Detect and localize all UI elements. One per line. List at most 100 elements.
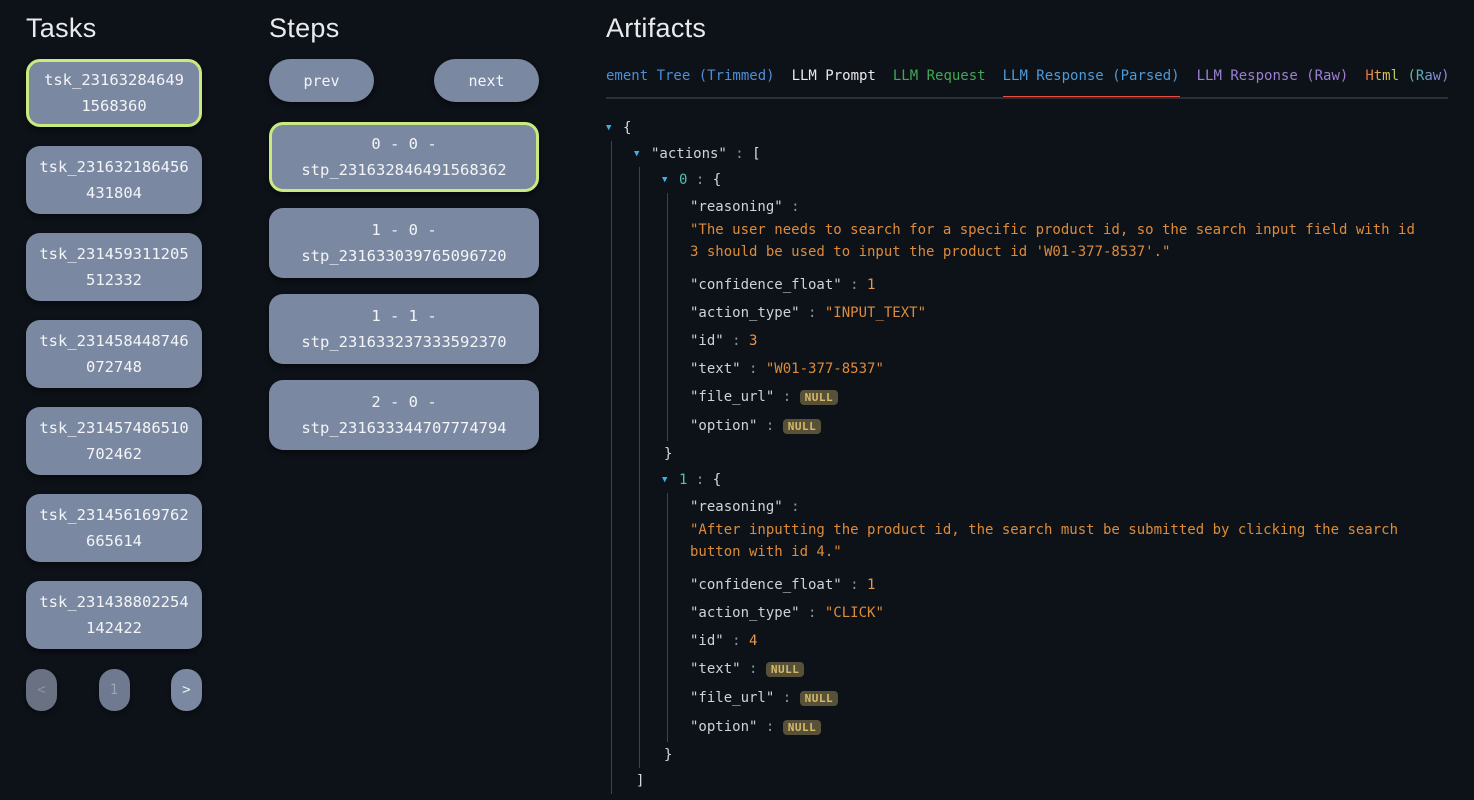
collapse-icon[interactable]: ▼ bbox=[662, 170, 679, 190]
task-button[interactable]: tsk_231458448746072748 bbox=[26, 320, 202, 388]
json-entry: "action_type" : "CLICK" bbox=[690, 599, 1448, 627]
task-button[interactable]: tsk_231632846491568360 bbox=[26, 59, 202, 127]
json-number-value: 1 bbox=[867, 277, 875, 293]
pagination-prev-button[interactable]: < bbox=[26, 669, 57, 711]
tab-ement-tree-trimmed[interactable]: ement Tree (Trimmed) bbox=[606, 68, 775, 99]
task-button[interactable]: tsk_231457486510702462 bbox=[26, 407, 202, 475]
json-entry-line: "text" : "W01-377-8537" bbox=[690, 359, 1448, 379]
json-entry-line: "reasoning" : bbox=[690, 197, 1448, 217]
json-null-value: NULL bbox=[800, 390, 839, 405]
json-entry: "option" : NULL bbox=[690, 713, 1448, 742]
json-entry-line: "option" : NULL bbox=[690, 416, 1448, 437]
step-button[interactable]: 1 - 1 - stp_231633237333592370 bbox=[269, 294, 539, 364]
tasks-title: Tasks bbox=[26, 12, 202, 44]
tab-llm-prompt[interactable]: LLM Prompt bbox=[792, 68, 876, 99]
step-button[interactable]: 0 - 0 - stp_231632846491568362 bbox=[269, 122, 539, 192]
json-entry: "reasoning" : "After inputting the produ… bbox=[690, 493, 1448, 571]
steps-panel: Steps prev next 0 - 0 - stp_231632846491… bbox=[269, 12, 539, 800]
steps-title: Steps bbox=[269, 12, 539, 44]
json-open-bracket: [ bbox=[752, 146, 760, 162]
json-key: "id" bbox=[690, 633, 724, 649]
json-colon: : bbox=[774, 389, 799, 405]
task-button[interactable]: tsk_231459311205512332 bbox=[26, 233, 202, 301]
json-string-value: "After inputting the product id, the sea… bbox=[690, 517, 1423, 563]
json-colon: : bbox=[774, 690, 799, 706]
json-key: "id" bbox=[690, 333, 724, 349]
tasks-panel: Tasks tsk_231632846491568360 tsk_23163218… bbox=[26, 12, 202, 800]
json-entry: "option" : NULL bbox=[690, 412, 1448, 441]
json-key: "confidence_float" bbox=[690, 577, 842, 593]
json-entry-line: "confidence_float" : 1 bbox=[690, 575, 1448, 595]
json-entry-line: "reasoning" : bbox=[690, 497, 1448, 517]
json-entry-line: "option" : NULL bbox=[690, 717, 1448, 738]
json-close-bracket: } bbox=[662, 742, 1448, 768]
tab-html-raw[interactable]: Html (Raw) bbox=[1365, 68, 1448, 99]
json-entry: "id" : 4 bbox=[690, 627, 1448, 655]
collapse-icon[interactable]: ▼ bbox=[662, 470, 679, 490]
json-node-header: ▼1 : { bbox=[662, 467, 1448, 493]
artifacts-title: Artifacts bbox=[606, 12, 1448, 44]
collapse-icon[interactable]: ▼ bbox=[606, 118, 623, 138]
json-number-value: 4 bbox=[749, 633, 757, 649]
json-node-header: ▼"actions" : [ bbox=[634, 141, 1448, 167]
json-close-bracket: ] bbox=[634, 768, 1448, 794]
json-node-header: ▼0 : { bbox=[662, 167, 1448, 193]
steps-prev-button[interactable]: prev bbox=[269, 59, 374, 102]
json-key: "text" bbox=[690, 361, 741, 377]
task-list: tsk_231632846491568360 tsk_23163218645643… bbox=[26, 59, 202, 649]
json-node: ▼1 : {"reasoning" : "After inputting the… bbox=[662, 467, 1448, 768]
json-entry-line: "action_type" : "INPUT_TEXT" bbox=[690, 303, 1448, 323]
tab-llm-response-raw[interactable]: LLM Response (Raw) bbox=[1197, 68, 1349, 99]
json-entry: "id" : 3 bbox=[690, 327, 1448, 355]
pagination-next-button[interactable]: > bbox=[171, 669, 202, 711]
tab-llm-response-parsed[interactable]: LLM Response (Parsed) bbox=[1003, 68, 1180, 99]
json-null-value: NULL bbox=[766, 662, 805, 677]
json-key: "text" bbox=[690, 661, 741, 677]
task-button[interactable]: tsk_231456169762665614 bbox=[26, 494, 202, 562]
json-colon: : bbox=[757, 418, 782, 434]
json-entry-line: "confidence_float" : 1 bbox=[690, 275, 1448, 295]
json-number-value: 1 bbox=[867, 577, 875, 593]
json-colon: : bbox=[800, 605, 825, 621]
json-key: "action_type" bbox=[690, 605, 800, 621]
step-button[interactable]: 1 - 0 - stp_231633039765096720 bbox=[269, 208, 539, 278]
json-null-value: NULL bbox=[783, 419, 822, 434]
json-open-bracket: { bbox=[713, 172, 721, 188]
artifacts-panel: Artifacts ement Tree (Trimmed) LLM Prompt… bbox=[606, 12, 1448, 800]
json-node-body: "reasoning" : "The user needs to search … bbox=[667, 193, 1448, 441]
json-open-bracket: { bbox=[713, 472, 721, 488]
json-key: "file_url" bbox=[690, 690, 774, 706]
collapse-icon[interactable]: ▼ bbox=[634, 144, 651, 164]
json-tree-viewer: ▼{▼"actions" : [▼0 : {"reasoning" : "The… bbox=[606, 115, 1448, 800]
task-button[interactable]: tsk_231632186456431804 bbox=[26, 146, 202, 214]
json-colon: : bbox=[741, 661, 766, 677]
json-entry-line: "id" : 3 bbox=[690, 331, 1448, 351]
json-string-value: "CLICK" bbox=[825, 605, 884, 621]
pagination-page-button[interactable]: 1 bbox=[99, 669, 130, 711]
json-entry: "confidence_float" : 1 bbox=[690, 571, 1448, 599]
json-colon: : bbox=[800, 305, 825, 321]
json-node-body: ▼0 : {"reasoning" : "The user needs to s… bbox=[639, 167, 1448, 768]
tab-llm-request[interactable]: LLM Request bbox=[893, 68, 986, 99]
json-entry: "text" : "W01-377-8537" bbox=[690, 355, 1448, 383]
json-node: ▼"actions" : [▼0 : {"reasoning" : "The u… bbox=[634, 141, 1448, 794]
json-key: "action_type" bbox=[690, 305, 800, 321]
json-node-body: ▼"actions" : [▼0 : {"reasoning" : "The u… bbox=[611, 141, 1448, 794]
json-number-value: 3 bbox=[749, 333, 757, 349]
json-colon: : bbox=[724, 333, 749, 349]
json-string-value: "W01-377-8537" bbox=[766, 361, 884, 377]
json-colon: : bbox=[842, 277, 867, 293]
json-colon: : bbox=[724, 633, 749, 649]
json-string-value: "The user needs to search for a specific… bbox=[690, 217, 1423, 263]
json-colon: : bbox=[727, 146, 752, 162]
json-entry: "file_url" : NULL bbox=[690, 684, 1448, 713]
steps-nav: prev next bbox=[269, 59, 539, 102]
json-entry: "confidence_float" : 1 bbox=[690, 271, 1448, 299]
json-close-bracket: } bbox=[662, 441, 1448, 467]
json-string-value: "INPUT_TEXT" bbox=[825, 305, 926, 321]
json-key: "reasoning" bbox=[690, 499, 783, 515]
step-button[interactable]: 2 - 0 - stp_231633344707774794 bbox=[269, 380, 539, 450]
json-key: "confidence_float" bbox=[690, 277, 842, 293]
steps-next-button[interactable]: next bbox=[434, 59, 539, 102]
task-button[interactable]: tsk_231438802254142422 bbox=[26, 581, 202, 649]
